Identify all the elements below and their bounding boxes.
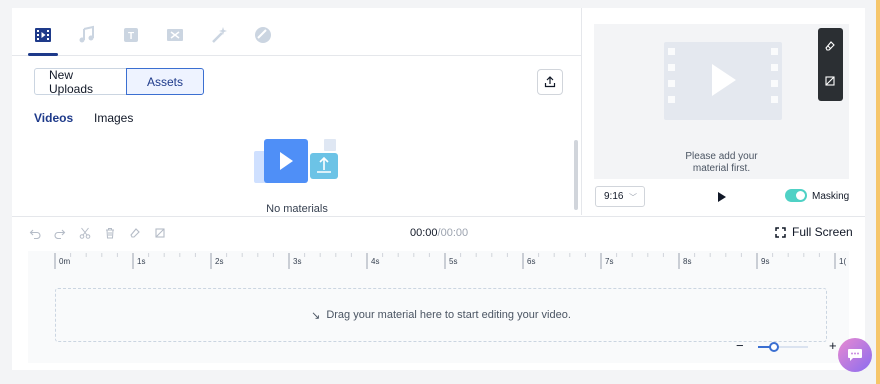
- ruler-tick-label: 0m: [59, 257, 70, 266]
- arrow-down-right-icon: ↘: [311, 309, 321, 322]
- upload-icon: [544, 76, 556, 88]
- assets-button[interactable]: Assets: [126, 68, 204, 95]
- eraser-icon[interactable]: [823, 39, 837, 53]
- aspect-ratio-value: 9:16: [604, 191, 624, 202]
- masking-toggle[interactable]: [785, 189, 807, 202]
- chevron-down-icon: ﹀: [629, 193, 637, 202]
- ruler-tick-label: 7s: [605, 257, 613, 266]
- play-icon[interactable]: [717, 191, 727, 203]
- zoom-in-button[interactable]: +: [829, 338, 837, 353]
- videos-tab[interactable]: Videos: [34, 111, 73, 125]
- sticker-icon[interactable]: [252, 24, 274, 46]
- eraser-icon[interactable]: [128, 226, 142, 240]
- timeline-toolbar: [28, 226, 167, 240]
- chat-button[interactable]: [838, 338, 872, 372]
- ruler-tick-label: 9s: [761, 257, 769, 266]
- chat-bubble-icon: [848, 349, 862, 361]
- zoom-knob[interactable]: [769, 342, 779, 352]
- expand-icon: [775, 226, 786, 238]
- ruler-tick-label: 1(: [839, 257, 846, 266]
- media-scrollbar[interactable]: [574, 140, 578, 210]
- ruler-tick-label: 8s: [683, 257, 691, 266]
- film-placeholder-icon: [664, 42, 782, 120]
- fullscreen-label: Full Screen: [792, 225, 853, 239]
- editor-frame: T New Uploads Assets Videos Images No ma…: [12, 8, 865, 370]
- magic-wand-icon[interactable]: [208, 24, 230, 46]
- scissors-icon[interactable]: [78, 226, 92, 240]
- total-time: /00:00: [437, 227, 469, 239]
- crop-icon[interactable]: [153, 226, 167, 240]
- drop-zone[interactable]: ↘ Drag your material here to start editi…: [55, 288, 827, 342]
- media-tabs: T: [12, 8, 582, 56]
- ruler-tick-label: 2s: [215, 257, 223, 266]
- music-note-icon[interactable]: [76, 24, 98, 46]
- ruler-tick-label: 5s: [449, 257, 457, 266]
- window-edge: [876, 0, 880, 384]
- active-tab-indicator: [28, 53, 58, 56]
- upload-button[interactable]: [537, 69, 563, 95]
- source-toggle: New Uploads Assets: [34, 68, 204, 96]
- timeline-ruler[interactable]: 0m 1s 2s 3s 4s 5s 6s 7s 8s 9s 1(: [28, 251, 849, 273]
- crop-icon[interactable]: [823, 74, 837, 88]
- transition-icon[interactable]: [164, 24, 186, 46]
- redo-icon[interactable]: [53, 226, 67, 240]
- new-uploads-button[interactable]: New Uploads: [34, 68, 127, 96]
- ruler-tick-label: 3s: [293, 257, 301, 266]
- undo-icon[interactable]: [28, 226, 42, 240]
- empty-materials-text: No materials: [266, 203, 328, 215]
- ruler-tick-label: 4s: [371, 257, 379, 266]
- current-time: 00:00: [410, 227, 438, 239]
- time-display: 00:00/00:00: [410, 227, 468, 239]
- zoom-out-button[interactable]: −: [736, 338, 744, 353]
- fullscreen-button[interactable]: Full Screen: [775, 225, 853, 239]
- preview-canvas: Please add your material first.: [594, 24, 849, 179]
- preview-side-toolbar: [818, 28, 843, 101]
- ruler-tick-label: 6s: [527, 257, 535, 266]
- masking-label: Masking: [812, 191, 850, 202]
- zoom-slider[interactable]: − +: [736, 338, 837, 354]
- drop-zone-text: Drag your material here to start editing…: [326, 309, 571, 321]
- video-icon[interactable]: [32, 24, 54, 46]
- empty-materials-illustration: [254, 139, 340, 187]
- text-icon[interactable]: T: [120, 24, 142, 46]
- images-tab[interactable]: Images: [94, 111, 133, 125]
- media-panel: T New Uploads Assets Videos Images No ma…: [12, 8, 582, 215]
- preview-message: Please add your material first.: [685, 151, 758, 174]
- timeline-track-area: 0m 1s 2s 3s 4s 5s 6s 7s 8s 9s 1( ↘ Drag your mater…: [28, 251, 849, 363]
- ruler-tick-label: 1s: [137, 257, 145, 266]
- svg-text:T: T: [128, 31, 134, 42]
- aspect-ratio-select[interactable]: 9:16 ﹀: [595, 186, 645, 207]
- trash-icon[interactable]: [103, 226, 117, 240]
